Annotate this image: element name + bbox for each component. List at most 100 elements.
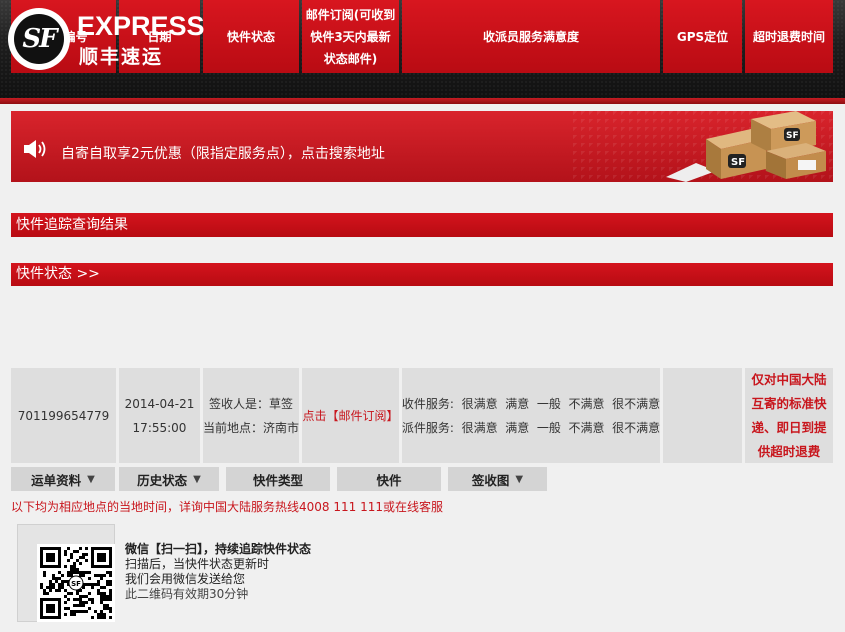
wechat-qr-code[interactable]: SF: [17, 524, 115, 622]
qr-module: [88, 598, 91, 601]
col-header-subscribe-line: 状态邮件): [323, 51, 378, 66]
qr-module: [91, 616, 94, 619]
qr-module: [88, 592, 91, 595]
qr-module: [79, 601, 82, 604]
cell-date-day: 2014-04-21: [124, 396, 195, 411]
qr-module: [109, 592, 112, 595]
qr-module: [73, 571, 76, 574]
qr-module: [58, 589, 61, 592]
qr-module: [73, 562, 76, 565]
qr-module: [106, 571, 109, 574]
qr-module: [82, 595, 85, 598]
qr-module: [97, 580, 100, 583]
qr-module: [76, 610, 79, 613]
qr-module: [43, 589, 46, 592]
pickup-rating-options[interactable]: 收件服务: 很满意 满意 一般 不满意 很不满意: [402, 392, 660, 416]
qr-module: [58, 577, 61, 580]
qr-module: [97, 613, 100, 616]
delivery-rating-options[interactable]: 派件服务: 很满意 满意 一般 不满意 很不满意: [402, 416, 660, 440]
promo-banner-text[interactable]: 自寄自取享2元优惠（限指定服务点），点击搜索地址: [61, 143, 385, 163]
tab-parcel[interactable]: 快件: [337, 467, 441, 491]
tab-history-status[interactable]: 历史状态 ▼: [119, 467, 219, 491]
qr-module: [85, 595, 88, 598]
timeout-note-line: 互寄的标准快: [751, 395, 827, 411]
qr-module: [82, 601, 85, 604]
qr-module: [79, 610, 82, 613]
qr-module: [40, 583, 43, 586]
tab-parcel-type[interactable]: 快件类型: [226, 467, 330, 491]
qr-module: [85, 610, 88, 613]
tab-label: 快件类型: [252, 472, 303, 488]
qr-module: [109, 571, 112, 574]
qr-module: [64, 565, 67, 568]
parcel-boxes-icon: SF SF: [666, 111, 826, 182]
col-header-gps: GPS定位: [663, 0, 742, 73]
qr-module: [73, 613, 76, 616]
col-header-subscribe-line: 快件3天内最新: [310, 29, 391, 44]
wechat-scan-title: 微信【扫一扫】，持续追踪快件状态: [125, 542, 312, 556]
tab-waybill-info[interactable]: 运单资料 ▼: [11, 467, 115, 491]
qr-module: [82, 574, 85, 577]
qr-module: [64, 553, 67, 556]
qr-module: [103, 607, 106, 610]
qr-module: [64, 589, 67, 592]
qr-module: [64, 607, 67, 610]
qr-module: [100, 610, 103, 613]
qr-module: [76, 592, 79, 595]
sf-logo-icon[interactable]: SF: [8, 8, 70, 70]
cell-satisfaction: 收件服务: 很满意 满意 一般 不满意 很不满意 派件服务: 很满意 满意 一般…: [402, 368, 660, 463]
cell-date: 2014-04-21 17:55:00: [119, 368, 200, 463]
qr-module: [91, 583, 94, 586]
qr-module: [79, 571, 82, 574]
qr-module: [76, 559, 79, 562]
box-label-1: SF: [731, 157, 745, 168]
qr-module: [100, 598, 103, 601]
col-header-timeout: 超时退费时间: [745, 0, 833, 73]
qr-module: [55, 577, 58, 580]
email-subscribe-link[interactable]: 点击【邮件订阅】: [302, 404, 398, 428]
qr-module: [76, 571, 79, 574]
status-section-title: 快件状态 >>: [11, 263, 833, 286]
qr-module: [70, 556, 73, 559]
qr-module: [85, 553, 88, 556]
qr-module: [58, 583, 61, 586]
tab-label: 历史状态: [137, 472, 188, 488]
promo-banner[interactable]: 自寄自取享2元优惠（限指定服务点），点击搜索地址 SF SF: [11, 111, 833, 182]
qr-module: [109, 580, 112, 583]
qr-module: [79, 604, 82, 607]
tab-label: 运单资料: [31, 472, 82, 488]
qr-module: [61, 574, 64, 577]
qr-module: [73, 550, 76, 553]
qr-module: [100, 613, 103, 616]
qr-module: [67, 592, 70, 595]
tab-signature-image[interactable]: 签收图 ▼: [448, 467, 547, 491]
qr-module: [100, 616, 103, 619]
wechat-line-3: 我们会用微信发送给您: [125, 572, 246, 586]
qr-module: [52, 586, 55, 589]
qr-module: [100, 577, 103, 580]
col-header-satisfaction: 收派员服务满意度: [402, 0, 660, 73]
qr-module: [61, 586, 64, 589]
cell-subscribe: 点击【邮件订阅】: [302, 368, 399, 463]
qr-module: [70, 568, 73, 571]
chevron-down-icon: ▼: [87, 473, 95, 485]
qr-module: [106, 604, 109, 607]
qr-module: [61, 583, 64, 586]
qr-module: [106, 607, 109, 610]
qr-module: [97, 589, 100, 592]
qr-module: [100, 586, 103, 589]
qr-module: [109, 607, 112, 610]
qr-module: [43, 592, 46, 595]
qr-module: [106, 580, 109, 583]
header-divider: [0, 98, 845, 104]
qr-module: [91, 598, 94, 601]
qr-module: [82, 571, 85, 574]
qr-module: [109, 583, 112, 586]
qr-module: [49, 589, 52, 592]
qr-center-label: SF: [71, 580, 81, 588]
tab-label: 签收图: [471, 472, 510, 488]
qr-module: [73, 568, 76, 571]
qr-module: [103, 595, 106, 598]
timeout-note-line: 递、即日到提: [751, 419, 827, 435]
col-header-subscribe-line: 邮件订阅(可收到: [305, 7, 396, 22]
